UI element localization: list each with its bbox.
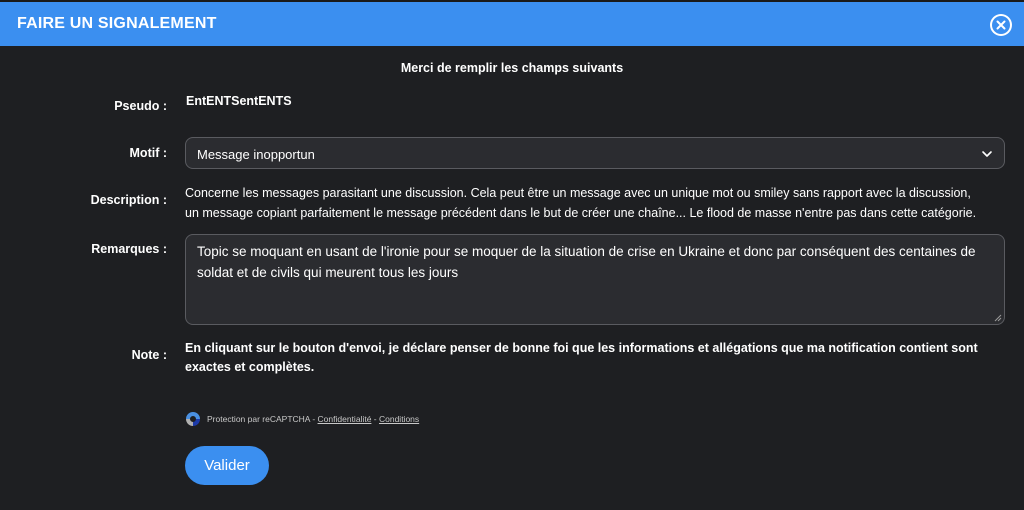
motif-label: Motif : [129,146,167,160]
modal-title: FAIRE UN SIGNALEMENT [17,15,217,32]
description-text: Concerne les messages parasitant une dis… [185,186,977,220]
motif-selected-value: Message inopportun [197,147,315,162]
remarques-value: Topic se moquant en usant de l'ironie po… [197,244,976,280]
remarques-label: Remarques : [91,242,167,256]
submit-button[interactable]: Valider [185,446,269,485]
description-label: Description : [90,193,167,207]
note-text: En cliquant sur le bouton d'envoi, je dé… [185,341,978,374]
recaptcha-text: Protection par reCAPTCHA - Confidentiali… [207,414,419,424]
privacy-link[interactable]: Confidentialité [318,414,372,424]
modal-header: FAIRE UN SIGNALEMENT [0,0,1024,46]
motif-select[interactable]: Message inopportun [185,137,1005,169]
recaptcha-prefix: Protection par reCAPTCHA - [207,414,318,424]
terms-link[interactable]: Conditions [379,414,419,424]
close-icon [992,16,1010,34]
form-intro: Merci de remplir les champs suivants [400,61,624,75]
chevron-down-icon [982,151,992,157]
recaptcha-icon [186,412,200,426]
remarques-textarea[interactable]: Topic se moquant en usant de l'ironie po… [185,234,1005,325]
pseudo-value: EntENTSentENTS [186,94,292,108]
pseudo-label: Pseudo : [114,99,167,113]
recaptcha-separator: - [371,414,379,424]
note-label: Note : [131,348,167,362]
resize-handle-icon[interactable] [993,313,1002,322]
close-button[interactable] [990,14,1012,36]
